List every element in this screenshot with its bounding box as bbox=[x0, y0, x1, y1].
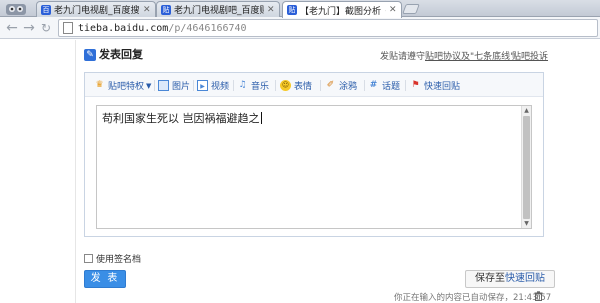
image-icon bbox=[158, 80, 169, 91]
music-icon: ♫ bbox=[238, 80, 247, 90]
crown-icon: ♛ bbox=[95, 80, 104, 90]
rules-notice: 发贴请遵守贴吧协议及"七条底线" bbox=[380, 49, 514, 62]
divider bbox=[320, 80, 321, 91]
video-icon: ▶ bbox=[197, 80, 208, 91]
trash-icon[interactable] bbox=[534, 291, 543, 301]
close-icon[interactable]: ✕ bbox=[389, 5, 397, 15]
rules-link[interactable]: 贴吧协议及"七条底线" bbox=[425, 52, 514, 62]
page-content: ✎ 发表回复 发贴请遵守贴吧协议及"七条底线" 贴吧投诉 ♛ 贴吧特权 ▼ 图片… bbox=[0, 40, 600, 303]
music-button[interactable]: ♫ 音乐 bbox=[237, 79, 269, 92]
scroll-up-icon[interactable]: ▲ bbox=[522, 106, 531, 115]
address-bar[interactable]: tieba.baidu.com/p/4646166740 bbox=[58, 19, 598, 37]
browser-toolbar: ← → ↻ tieba.baidu.com/p/4646166740 bbox=[0, 17, 600, 39]
brush-icon: ✐ bbox=[326, 80, 335, 90]
url-text: tieba.baidu.com/p/4646166740 bbox=[78, 23, 247, 34]
text-caret bbox=[260, 112, 262, 124]
reply-content: 苟利国家生死以 岂因祸福避趋之 bbox=[102, 110, 262, 126]
reply-editor: ♛ 贴吧特权 ▼ 图片 ▶ 视频 ♫ 音乐 ☺ 表情 ✐ 涂鸦 # 话题 ⚑ 快… bbox=[84, 72, 544, 237]
divider bbox=[154, 80, 155, 91]
tab-tieba-post[interactable]: 贴 【老九门】截图分析《老九 ✕ bbox=[282, 1, 402, 18]
tab-tieba-forum[interactable]: 贴 老九门电视剧吧_百度贴吧 ✕ bbox=[156, 1, 280, 17]
url-host: tieba.baidu.com bbox=[78, 22, 169, 34]
smiley-icon: ☺ bbox=[280, 80, 291, 91]
video-button[interactable]: ▶ 视频 bbox=[197, 79, 229, 92]
emoji-button[interactable]: ☺ 表情 bbox=[280, 79, 312, 92]
signature-checkbox[interactable] bbox=[84, 254, 93, 263]
page-title: 发表回复 bbox=[99, 48, 143, 61]
signature-label: 使用签名档 bbox=[96, 255, 142, 265]
editor-toolbar: ♛ 贴吧特权 ▼ 图片 ▶ 视频 ♫ 音乐 ☺ 表情 ✐ 涂鸦 # 话题 ⚑ 快… bbox=[85, 73, 543, 97]
tab-title: 老九门电视剧_百度搜索 bbox=[54, 6, 140, 16]
notice-text: 发贴请遵守 bbox=[380, 52, 426, 62]
vertical-scrollbar[interactable]: ▲ ▼ bbox=[521, 106, 531, 228]
divider bbox=[405, 80, 406, 91]
flag-icon: ⚑ bbox=[411, 80, 420, 90]
reply-header: ✎ 发表回复 发贴请遵守贴吧协议及"七条底线" 贴吧投诉 bbox=[84, 48, 548, 64]
scroll-down-icon[interactable]: ▼ bbox=[522, 219, 531, 228]
baidu-favicon-icon: 百 bbox=[41, 4, 51, 15]
privilege-label: 贴吧特权 bbox=[108, 82, 145, 92]
music-label: 音乐 bbox=[251, 82, 270, 92]
emoji-label: 表情 bbox=[294, 82, 313, 92]
reload-icon[interactable]: ↻ bbox=[38, 20, 54, 36]
report-link[interactable]: 贴吧投诉 bbox=[512, 49, 548, 62]
url-path: /p/4646166740 bbox=[168, 22, 247, 34]
divider bbox=[193, 80, 194, 91]
video-label: 视频 bbox=[211, 82, 230, 92]
quick-reply-button[interactable]: ⚑ 快速回贴 bbox=[410, 79, 460, 92]
edit-icon: ✎ bbox=[84, 49, 96, 61]
quick-reply-label: 快速回贴 bbox=[424, 82, 461, 92]
browser-logo-icon[interactable] bbox=[5, 1, 27, 16]
tab-search[interactable]: 百 老九门电视剧_百度搜索 ✕ bbox=[36, 1, 156, 17]
close-icon[interactable]: ✕ bbox=[267, 5, 275, 15]
privilege-menu[interactable]: ♛ 贴吧特权 ▼ bbox=[94, 79, 151, 92]
image-button[interactable]: 图片 bbox=[158, 79, 190, 92]
autosave-status: 你正在输入的内容已自动保存，21:43:57 bbox=[394, 293, 552, 303]
divider bbox=[233, 80, 234, 91]
submit-button[interactable]: 发 表 bbox=[84, 270, 126, 288]
close-icon[interactable]: ✕ bbox=[143, 5, 151, 15]
divider bbox=[364, 80, 365, 91]
forward-arrow-icon[interactable]: → bbox=[21, 20, 37, 36]
graffiti-label: 涂鸦 bbox=[339, 82, 358, 92]
back-arrow-icon[interactable]: ← bbox=[4, 20, 20, 36]
chevron-down-icon: ▼ bbox=[146, 81, 152, 90]
browser-tab-strip: 百 老九门电视剧_百度搜索 ✕ 贴 老九门电视剧吧_百度贴吧 ✕ 贴 【老九门】… bbox=[0, 0, 600, 18]
save-link: 快速回贴 bbox=[505, 273, 545, 284]
image-label: 图片 bbox=[172, 82, 191, 92]
reply-text: 苟利国家生死以 岂因祸福避趋之 bbox=[102, 112, 260, 125]
new-tab-button[interactable] bbox=[402, 4, 420, 14]
scrollbar-thumb[interactable] bbox=[523, 116, 530, 219]
page-icon bbox=[63, 22, 73, 34]
reply-textarea[interactable]: 苟利国家生死以 岂因祸福避趋之 ▲ ▼ bbox=[96, 105, 532, 229]
tieba-favicon-icon: 贴 bbox=[287, 5, 297, 15]
save-to-quick-reply-button[interactable]: 保存至快速回贴 bbox=[465, 270, 555, 288]
topic-label: 话题 bbox=[382, 82, 401, 92]
graffiti-button[interactable]: ✐ 涂鸦 bbox=[325, 79, 357, 92]
divider bbox=[75, 40, 76, 303]
topic-button[interactable]: # 话题 bbox=[368, 79, 400, 92]
save-prefix: 保存至 bbox=[475, 273, 505, 284]
tieba-favicon-icon: 贴 bbox=[161, 4, 171, 15]
hash-icon: # bbox=[369, 80, 378, 90]
tab-title: 老九门电视剧吧_百度贴吧 bbox=[174, 6, 264, 16]
divider bbox=[275, 80, 276, 91]
tab-title: 【老九门】截图分析《老九 bbox=[300, 6, 386, 17]
signature-option[interactable]: 使用签名档 bbox=[84, 252, 141, 265]
